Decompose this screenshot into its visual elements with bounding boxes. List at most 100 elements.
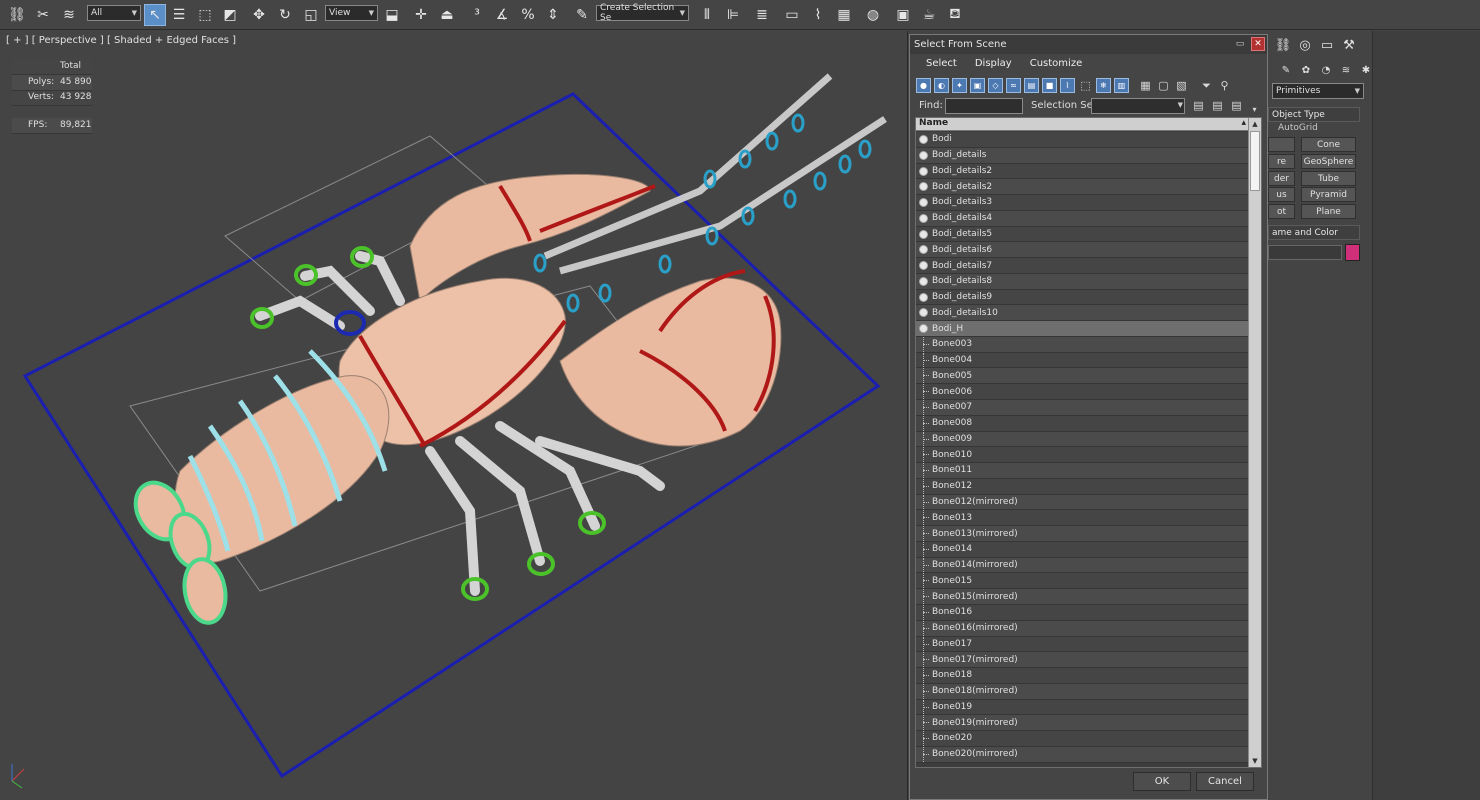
object-name-field[interactable] bbox=[1268, 245, 1342, 260]
remove-from-set-icon[interactable]: ▤ bbox=[1229, 98, 1244, 113]
minimize-icon[interactable]: ▭ bbox=[1233, 37, 1247, 51]
list-item[interactable]: Bone013(mirrored) bbox=[916, 526, 1249, 542]
snaps-toggle-icon[interactable]: ³ bbox=[466, 4, 488, 26]
list-item[interactable]: Bone018(mirrored) bbox=[916, 683, 1249, 700]
geosphere-button[interactable]: GeoSphere bbox=[1301, 154, 1356, 169]
list-item[interactable]: Bone006 bbox=[916, 384, 1249, 401]
named-selection-set-dropdown[interactable]: Create Selection Se ▼ bbox=[596, 3, 689, 23]
list-item[interactable]: Bone017 bbox=[916, 636, 1249, 653]
display-tab-icon[interactable]: ▭ bbox=[1316, 34, 1338, 56]
edit-named-selection-icon[interactable]: ✎ bbox=[571, 4, 593, 26]
helpers-icon[interactable]: ◔ bbox=[1316, 59, 1336, 81]
viewport-label[interactable]: [ + ] [ Perspective ] [ Shaded + Edged F… bbox=[6, 35, 236, 46]
autogrid-label[interactable]: AutoGrid bbox=[1278, 123, 1318, 133]
bind-space-warp-icon[interactable]: ≋ bbox=[58, 4, 80, 26]
menu-customize[interactable]: Customize bbox=[1021, 56, 1092, 72]
add-to-set-icon[interactable]: ▤ bbox=[1210, 98, 1225, 113]
percent-snap-icon[interactable]: % bbox=[517, 4, 539, 26]
list-item[interactable]: Bodi_details9 bbox=[916, 289, 1249, 306]
material-editor-icon[interactable]: ◍ bbox=[862, 4, 884, 26]
tube-button[interactable]: Tube bbox=[1301, 171, 1356, 186]
list-item[interactable]: Bodi_details8 bbox=[916, 273, 1249, 290]
list-item[interactable]: Bone007 bbox=[916, 400, 1249, 416]
list-item[interactable]: Bone005 bbox=[916, 368, 1249, 385]
hierarchy-tab-icon[interactable]: ⛓ bbox=[1272, 34, 1294, 56]
list-item[interactable]: Bodi bbox=[916, 132, 1249, 148]
menu-select[interactable]: Select bbox=[917, 56, 966, 72]
list-item[interactable]: Bodi_H bbox=[916, 321, 1249, 337]
window-crossing-icon[interactable]: ◩ bbox=[219, 4, 241, 26]
scroll-down-icon[interactable]: ▼ bbox=[1249, 755, 1261, 767]
box-button[interactable] bbox=[1268, 137, 1295, 152]
selection-filter-dropdown[interactable]: All ▼ bbox=[87, 5, 141, 21]
list-item[interactable]: Bone012 bbox=[916, 478, 1249, 495]
display-containers-icon[interactable]: ⬚ bbox=[1078, 78, 1093, 93]
scale-icon[interactable]: ◱ bbox=[300, 4, 322, 26]
unlink-icon[interactable]: ✂ bbox=[32, 4, 54, 26]
list-item[interactable]: Bone016(mirrored) bbox=[916, 620, 1249, 637]
list-item[interactable]: Bone009 bbox=[916, 431, 1249, 448]
plane-button[interactable]: Plane bbox=[1301, 204, 1356, 219]
list-item[interactable]: Bone019(mirrored) bbox=[916, 715, 1249, 732]
close-icon[interactable]: ✕ bbox=[1251, 37, 1265, 51]
angle-snap-icon[interactable]: ∡ bbox=[491, 4, 513, 26]
dialog-title[interactable]: Select From Scene bbox=[910, 35, 1267, 54]
utilities-tab-icon[interactable]: ⚒ bbox=[1338, 34, 1360, 56]
selection-set-dropdown[interactable]: ▼ bbox=[1091, 98, 1185, 114]
list-item[interactable]: Bone012(mirrored) bbox=[916, 494, 1249, 511]
pyramid-button[interactable]: Pyramid bbox=[1301, 187, 1356, 202]
object-category-dropdown[interactable]: Primitives ▼ bbox=[1272, 83, 1364, 99]
list-item[interactable]: Bone013 bbox=[916, 510, 1249, 527]
display-hidden-icon[interactable]: ▥ bbox=[1114, 78, 1129, 93]
spinner-snap-icon[interactable]: ⇕ bbox=[542, 4, 564, 26]
scroll-up-icon[interactable]: ▲ bbox=[1249, 118, 1261, 130]
sphere-button[interactable]: re bbox=[1268, 154, 1295, 169]
create-set-icon[interactable]: ▤ bbox=[1191, 98, 1206, 113]
object-type-rollout[interactable]: Object Type bbox=[1268, 107, 1360, 122]
layer-manager-icon[interactable]: ≣ bbox=[751, 4, 773, 26]
cancel-button[interactable]: Cancel bbox=[1196, 772, 1254, 791]
display-groups-icon[interactable]: ▤ bbox=[1024, 78, 1039, 93]
list-item[interactable]: Bone014(mirrored) bbox=[916, 557, 1249, 574]
keyboard-shortcut-override-icon[interactable]: ⏏ bbox=[436, 4, 458, 26]
perspective-viewport[interactable]: [ + ] [ Perspective ] [ Shaded + Edged F… bbox=[0, 31, 908, 800]
list-item[interactable]: Bone011 bbox=[916, 463, 1249, 479]
cone-button[interactable]: Cone bbox=[1301, 137, 1356, 152]
move-icon[interactable]: ✥ bbox=[248, 4, 270, 26]
display-lights-icon[interactable]: ✦ bbox=[952, 78, 967, 93]
cylinder-button[interactable]: der bbox=[1268, 171, 1295, 186]
link-icon[interactable]: ⛓ bbox=[6, 4, 28, 26]
pivot-center-icon[interactable]: ⬓ bbox=[381, 4, 403, 26]
name-and-color-rollout[interactable]: ame and Color bbox=[1268, 225, 1360, 240]
list-item[interactable]: Bodi_details2 bbox=[916, 179, 1249, 196]
list-item[interactable]: Bone003 bbox=[916, 336, 1249, 353]
list-item[interactable]: Bone004 bbox=[916, 352, 1249, 369]
list-item[interactable]: Bodi_details10 bbox=[916, 305, 1249, 322]
lights-icon[interactable]: ✎ bbox=[1276, 59, 1296, 81]
filter-settings-icon[interactable]: ⚲ bbox=[1217, 78, 1232, 93]
curve-editor-icon[interactable]: ⌇ bbox=[807, 4, 829, 26]
name-column-header[interactable]: Name ▴ bbox=[916, 118, 1249, 131]
list-item[interactable]: Bone010 bbox=[916, 447, 1249, 464]
list-item[interactable]: Bone020 bbox=[916, 731, 1249, 747]
filter-icon[interactable]: ⏷ bbox=[1199, 78, 1214, 93]
motion-tab-icon[interactable]: ◎ bbox=[1294, 34, 1316, 56]
select-by-name-icon[interactable]: ☰ bbox=[168, 4, 190, 26]
list-item[interactable]: Bodi_details3 bbox=[916, 195, 1249, 211]
list-item[interactable]: Bone019 bbox=[916, 699, 1249, 716]
display-bones-icon[interactable]: ⌇ bbox=[1060, 78, 1075, 93]
select-object-icon[interactable]: ↖ bbox=[144, 4, 166, 26]
select-manipulate-icon[interactable]: ✛ bbox=[410, 4, 432, 26]
render-setup-icon[interactable]: ▣ bbox=[892, 4, 914, 26]
display-spacewarps-icon[interactable]: ≈ bbox=[1006, 78, 1021, 93]
list-item[interactable]: Bone016 bbox=[916, 604, 1249, 621]
list-item[interactable]: Bodi_details4 bbox=[916, 210, 1249, 227]
mirror-icon[interactable]: ⫴ bbox=[696, 4, 718, 26]
render-production-icon[interactable]: ⛾ bbox=[944, 4, 966, 26]
graphite-ribbon-icon[interactable]: ▭ bbox=[781, 4, 803, 26]
find-input[interactable] bbox=[945, 98, 1023, 114]
display-helpers-icon[interactable]: ◇ bbox=[988, 78, 1003, 93]
torus-button[interactable]: us bbox=[1268, 187, 1295, 202]
align-icon[interactable]: ⊫ bbox=[722, 4, 744, 26]
list-item[interactable]: Bone015 bbox=[916, 573, 1249, 590]
